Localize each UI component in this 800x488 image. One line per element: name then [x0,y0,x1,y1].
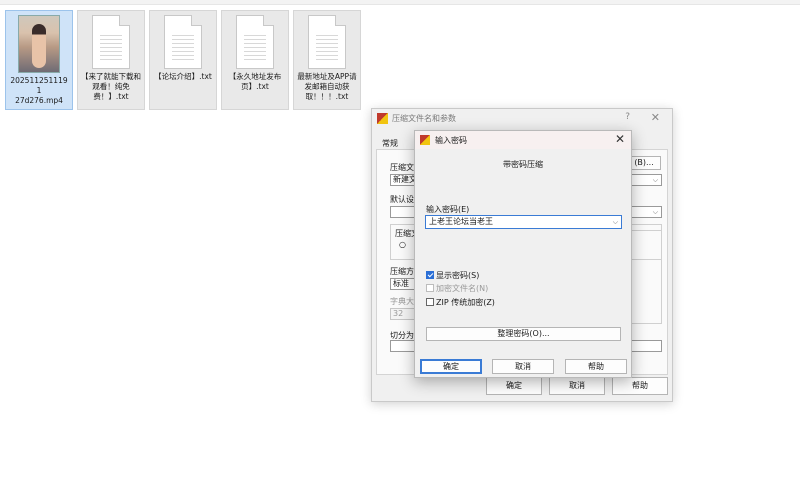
password-input[interactable]: 上老王论坛当老王 ⌵ [425,215,622,229]
chevron-down-icon: ⌵ [652,208,658,216]
close-icon[interactable]: ✕ [651,111,660,124]
archive-ok-button[interactable]: 确定 [486,377,542,395]
file-name: 最新地址及APP请发邮箱自动获取！！！.txt [297,72,357,101]
file-text-4[interactable]: 最新地址及APP请发邮箱自动获取！！！.txt [293,10,361,110]
file-text-1[interactable]: 【来了就能下载和观看！纯免费！】.txt [77,10,145,110]
file-name: 【来了就能下载和观看！纯免费！】.txt [81,72,141,101]
close-icon[interactable]: ✕ [615,132,625,146]
winrar-icon [377,113,388,124]
password-dialog: 输入密码 ✕ 带密码压缩 输入密码(E) 上老王论坛当老王 ⌵ 显示密码(S) … [414,130,632,378]
password-heading: 带密码压缩 [503,160,543,169]
checkbox-unchecked-icon [426,298,434,306]
password-dialog-titlebar: 输入密码 ✕ [415,131,631,149]
options-group [627,230,662,324]
show-password-label: 显示密码(S) [436,271,480,280]
text-file-icon [308,15,346,69]
archive-cancel-button[interactable]: 取消 [549,377,605,395]
password-ok-button[interactable]: 确定 [420,359,482,374]
show-password-checkbox[interactable]: 显示密码(S) [426,271,479,281]
file-text-2[interactable]: 【论坛介绍】.txt [149,10,217,110]
tab-general[interactable]: 常规 [382,138,398,149]
split-unit-field[interactable] [627,340,662,352]
file-video[interactable]: 2025112511191 27d276.mp4 [5,10,73,110]
winrar-icon [420,135,430,145]
format-radio[interactable]: ○ [399,240,406,249]
method-label: 压缩方 [390,267,414,276]
top-edge [0,0,800,5]
profile-label: 默认设 [390,195,414,204]
text-file-icon [236,15,274,69]
file-text-3[interactable]: 【永久地址发布页】.txt [221,10,289,110]
text-file-icon [164,15,202,69]
password-dialog-title: 输入密码 [435,136,467,145]
chevron-down-icon: ⌵ [652,176,658,184]
file-name: 【论坛介绍】.txt [154,72,212,81]
video-thumbnail [18,15,60,73]
checkbox-checked-icon [426,271,434,279]
dictionary-label: 字典大 [390,297,414,306]
encrypt-filenames-label: 加密文件名(N) [436,284,489,293]
chevron-down-icon[interactable]: ⌵ [613,216,618,228]
zip-legacy-encryption-checkbox[interactable]: ZIP 传统加密(Z) [426,298,495,308]
password-value: 上老王论坛当老王 [429,217,493,226]
password-help-button[interactable]: 帮助 [565,359,627,374]
text-file-icon [92,15,130,69]
password-label: 输入密码(E) [426,205,470,214]
checkbox-disabled-icon [426,284,434,292]
browse-button[interactable]: (B)... [627,156,661,170]
archive-help-button[interactable]: 帮助 [612,377,668,395]
encrypt-filenames-checkbox: 加密文件名(N) [426,284,488,294]
archive-dialog-title: 压缩文件名和参数 [392,114,456,123]
archive-name-label: 压缩文 [390,163,414,172]
file-name: 【永久地址发布页】.txt [228,72,282,91]
help-icon[interactable]: ? [625,112,630,122]
file-name: 2025112511191 27d276.mp4 [10,76,68,105]
organize-passwords-button[interactable]: 整理密码(O)... [426,327,621,341]
zip-legacy-label: ZIP 传统加密(Z) [436,298,495,307]
password-cancel-button[interactable]: 取消 [492,359,554,374]
